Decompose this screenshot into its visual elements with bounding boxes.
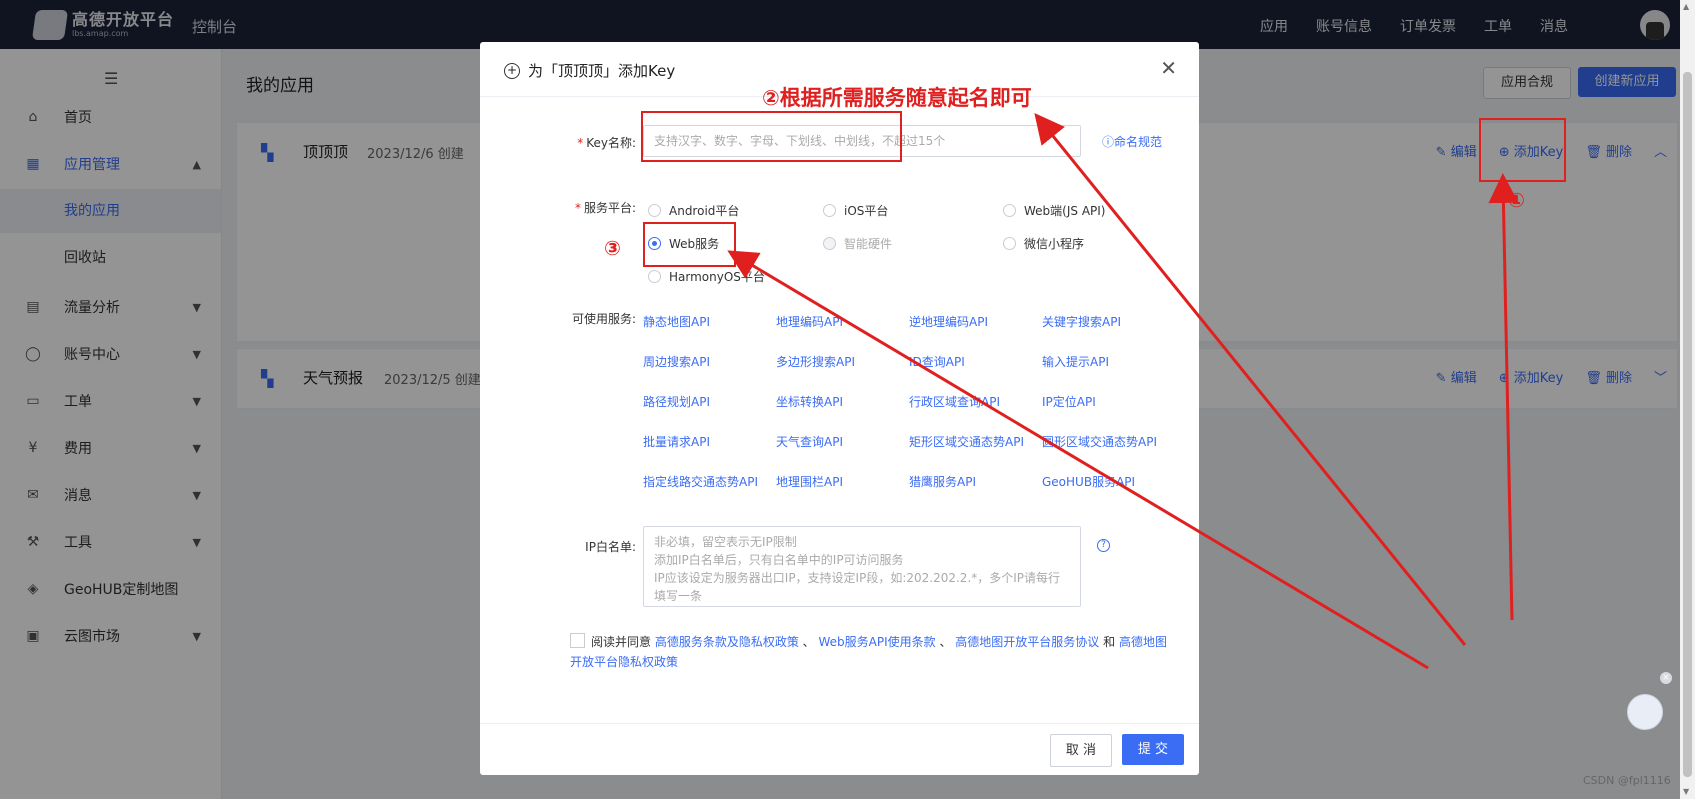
arrow-to-add-key bbox=[1488, 173, 1519, 621]
close-assistant-icon[interactable]: × bbox=[1660, 672, 1672, 684]
arrow-to-web-service bbox=[727, 250, 1429, 670]
arrow-to-key-name bbox=[1034, 113, 1467, 646]
watermark: CSDN @fpl1116 bbox=[1583, 774, 1671, 787]
assistant-robot-icon[interactable] bbox=[1627, 694, 1663, 730]
annotation-arrows bbox=[727, 113, 1519, 670]
